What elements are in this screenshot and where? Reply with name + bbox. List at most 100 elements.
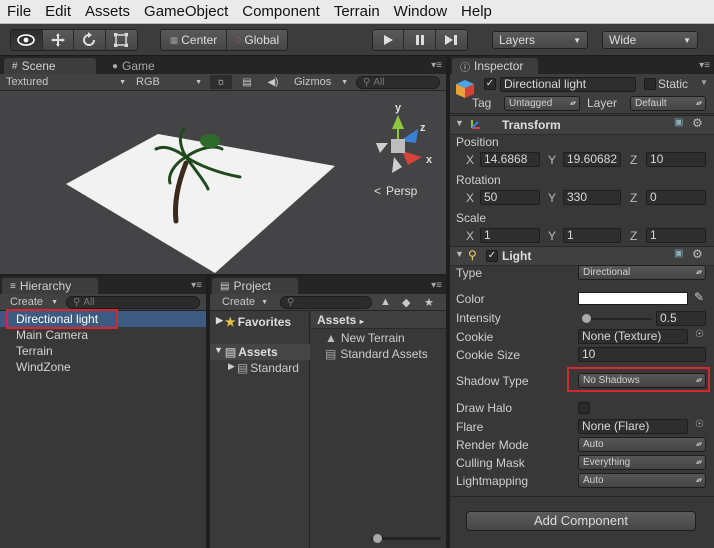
help-book-icon[interactable]: ▣ [674, 248, 683, 259]
scene-viewport[interactable]: y z x < Persp [0, 91, 446, 274]
orientation-gizmo[interactable]: y z x [376, 102, 433, 173]
intensity-slider-track[interactable] [582, 314, 652, 323]
layout-dropdown[interactable]: Wide ▼ [602, 31, 698, 49]
draw-halo-checkbox[interactable] [578, 402, 590, 414]
hierarchy-search-input[interactable]: ⚲ All [66, 296, 200, 309]
culling-mask-dropdown[interactable]: Everything [578, 455, 706, 470]
gear-icon[interactable]: ⚙ [692, 116, 703, 130]
rotation-x-field[interactable]: 50 [480, 190, 540, 205]
object-name-field[interactable]: Directional light [500, 77, 636, 92]
menu-edit[interactable]: Edit [38, 0, 78, 24]
fx-toggle[interactable]: ▤ [236, 75, 258, 89]
rotate-tool-icon[interactable] [74, 30, 106, 50]
help-book-icon[interactable]: ▣ [674, 117, 683, 128]
move-tool-icon[interactable] [42, 30, 74, 50]
hand-tool-eye-icon[interactable] [11, 30, 43, 50]
position-x-field[interactable]: 14.6868 [480, 152, 540, 167]
menu-window[interactable]: Window [387, 0, 454, 24]
audio-toggle[interactable]: ◀) [262, 75, 284, 89]
object-picker-icon[interactable]: ☉ [695, 329, 704, 340]
chevron-down-icon: ▼ [261, 298, 268, 306]
intensity-field[interactable]: 0.5 [656, 311, 706, 326]
light-header[interactable]: ▼ ⚲ ✓ Light ▣ ⚙ [450, 246, 714, 266]
filter-type-icon[interactable]: ▲ [380, 295, 391, 309]
menu-file[interactable]: File [0, 0, 38, 24]
panel-menu-icon[interactable]: ▾≡ [431, 280, 442, 291]
gear-icon[interactable]: ⚙ [692, 247, 703, 261]
scene-search-input[interactable]: ⚲ All [356, 76, 440, 89]
project-search-input[interactable]: ⚲ [280, 296, 372, 309]
object-picker-icon[interactable]: ☉ [695, 419, 704, 430]
scale-z-field[interactable]: 1 [646, 228, 706, 243]
hierarchy-item-terrain[interactable]: Terrain [0, 343, 206, 359]
standard-folder-row[interactable]: ▶ ▤ Standard [228, 361, 299, 375]
lighting-toggle[interactable]: ☼ [210, 75, 232, 89]
scene-panel: # Scene ● Game ▾≡ Textured ▼ RGB ▼ ☼ ▤ ◀… [0, 56, 446, 274]
tab-scene[interactable]: # Scene [4, 58, 96, 74]
pause-button[interactable] [404, 30, 436, 50]
render-mode-dropdown[interactable]: Auto [578, 437, 706, 452]
transform-header[interactable]: ▼ Transform ▣ ⚙ [450, 115, 714, 135]
menu-terrain[interactable]: Terrain [327, 0, 387, 24]
pivot-global-button[interactable]: ◌ Global [227, 30, 287, 50]
zoom-slider-track[interactable] [371, 534, 441, 543]
layers-dropdown[interactable]: Layers ▼ [492, 31, 588, 49]
tab-game[interactable]: ● Game [104, 58, 184, 74]
star-icon: ★ [224, 315, 236, 329]
asset-breadcrumb-label[interactable]: Assets [317, 313, 356, 327]
play-button[interactable] [373, 30, 405, 50]
render-mode-dropdown[interactable]: RGB ▼ [136, 75, 202, 89]
scale-tool-icon[interactable] [105, 30, 137, 50]
favorites-row[interactable]: ▶ ★ Favorites [216, 315, 291, 329]
assets-row[interactable]: ▼ ▤ Assets [210, 344, 310, 360]
zoom-slider-thumb[interactable] [373, 534, 382, 543]
menu-gameobject[interactable]: GameObject [137, 0, 235, 24]
folder-icon: ▤ [224, 345, 237, 359]
menu-help[interactable]: Help [454, 0, 499, 24]
project-create-dropdown[interactable]: Create ▼ [222, 295, 268, 309]
cookie-field[interactable]: None (Texture) [578, 329, 688, 344]
pivot-center-button[interactable]: ▦ Center [161, 30, 227, 50]
menu-assets[interactable]: Assets [78, 0, 137, 24]
gizmos-dropdown[interactable]: Gizmos ▼ [294, 75, 348, 89]
scale-y-field[interactable]: 1 [563, 228, 621, 243]
persp-label[interactable]: Persp [386, 184, 418, 198]
tag-dropdown[interactable]: Untagged [504, 96, 580, 111]
star-icon[interactable]: ★ [424, 295, 434, 309]
asset-item[interactable]: ▲ New Terrain [325, 331, 405, 345]
hierarchy-create-dropdown[interactable]: Create ▼ [10, 295, 58, 309]
static-checkbox[interactable] [644, 78, 656, 90]
active-checkbox[interactable]: ✓ [484, 78, 496, 90]
light-color-swatch[interactable] [578, 292, 688, 305]
cookie-size-field[interactable]: 10 [578, 347, 706, 362]
rotation-y-field[interactable]: 330 [563, 190, 621, 205]
tab-hierarchy[interactable]: ≡ Hierarchy [2, 278, 98, 294]
rotation-z-field[interactable]: 0 [646, 190, 706, 205]
layer-dropdown[interactable]: Default [630, 96, 706, 111]
light-enabled-checkbox[interactable]: ✓ [486, 250, 498, 262]
tag-icon[interactable]: ◆ [402, 295, 410, 309]
chevron-down-icon: ▼ [683, 35, 691, 45]
position-z-field[interactable]: 10 [646, 152, 706, 167]
menu-component[interactable]: Component [235, 0, 327, 24]
scale-x-field[interactable]: 1 [480, 228, 540, 243]
intensity-slider-thumb[interactable] [582, 314, 592, 323]
lightmapping-dropdown[interactable]: Auto [578, 473, 706, 488]
tab-project[interactable]: ▤ Project [212, 278, 298, 294]
light-type-dropdown[interactable]: Directional [578, 265, 706, 280]
chevron-down-icon[interactable]: ▼ [700, 78, 708, 87]
panel-menu-icon[interactable]: ▾≡ [191, 280, 202, 291]
flare-field[interactable]: None (Flare) [578, 419, 688, 434]
step-button[interactable] [435, 30, 467, 50]
asset-item[interactable]: ▤ Standard Assets [325, 347, 428, 361]
add-component-button[interactable]: Add Component [466, 511, 696, 531]
eyedropper-icon[interactable]: ✎ [694, 290, 704, 304]
panel-menu-icon[interactable]: ▾≡ [699, 60, 710, 71]
transform-title: Transform [502, 118, 561, 132]
tab-inspector[interactable]: ⓘ Inspector [452, 58, 538, 74]
hierarchy-item-windzone[interactable]: WindZone [0, 359, 206, 375]
hierarchy-item-main-camera[interactable]: Main Camera [0, 327, 206, 343]
draw-mode-dropdown[interactable]: Textured ▼ [6, 75, 126, 89]
position-y-field[interactable]: 19.60682 [563, 152, 621, 167]
panel-menu-icon[interactable]: ▾≡ [431, 60, 442, 71]
